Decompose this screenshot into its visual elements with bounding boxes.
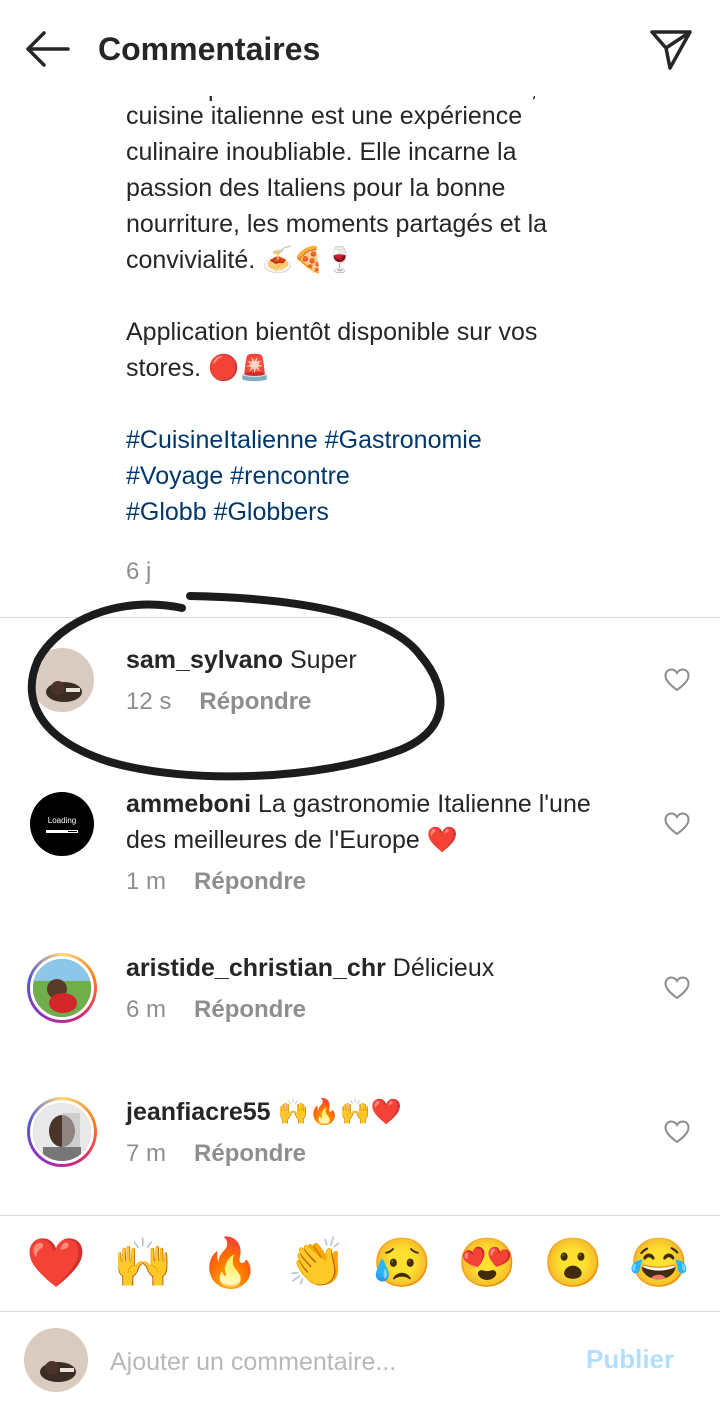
comment-text: Super <box>290 646 357 674</box>
reaction-laughing[interactable]: 😂 <box>629 1236 689 1292</box>
heart-outline-icon[interactable] <box>664 668 690 692</box>
hashtag-link[interactable]: #Globbers <box>214 498 329 526</box>
comment-username[interactable]: jeanfiacre55 <box>126 1098 271 1126</box>
avatar-text: Loading <box>47 816 77 825</box>
reaction-clapping[interactable]: 👏 <box>287 1236 347 1292</box>
publish-button[interactable]: Publier <box>586 1344 674 1375</box>
page-title: Commentaires <box>98 31 321 67</box>
caption-line: nourriture, les moments partagés et la <box>126 210 548 238</box>
post-caption: ou des pâtes à la carbonara à Rome, la c… <box>126 74 686 530</box>
hashtag-link[interactable]: #Voyage <box>126 462 223 490</box>
comment-meta: 7 m Répondre <box>126 1140 306 1168</box>
divider <box>0 617 720 618</box>
paper-plane-icon[interactable] <box>648 26 694 72</box>
hashtag-list: #CuisineItalienne #Gastronomie #Voyage #… <box>126 422 686 530</box>
comment-time: 7 m <box>126 1140 167 1167</box>
reaction-sad[interactable]: 😥 <box>372 1236 432 1292</box>
comment-text: 🙌🔥🙌❤️ <box>277 1098 403 1126</box>
reaction-surprised[interactable]: 😮 <box>543 1236 603 1292</box>
comment-time: 12 s <box>126 688 172 715</box>
hashtag-link[interactable]: #Gastronomie <box>325 426 482 454</box>
hashtag-link[interactable]: #Globb <box>126 498 207 526</box>
caption-line: convivialité. 🍝🍕🍷 <box>126 246 356 274</box>
comment-body: jeanfiacre55 🙌🔥🙌❤️ <box>126 1094 596 1130</box>
comment-time: 6 m <box>126 996 167 1023</box>
avatar[interactable]: Loading <box>30 792 94 856</box>
heart-outline-icon[interactable] <box>664 812 690 836</box>
comment-composer: Publier <box>0 1311 720 1408</box>
comment-username[interactable]: sam_sylvano <box>126 646 283 674</box>
heart-outline-icon[interactable] <box>664 976 690 1000</box>
reply-button[interactable]: Répondre <box>199 688 311 715</box>
caption-line: stores. 🔴🚨 <box>126 354 271 382</box>
comment-time: 1 m <box>126 868 167 895</box>
reaction-heart[interactable]: ❤️ <box>26 1236 86 1292</box>
reply-button[interactable]: Répondre <box>194 996 306 1023</box>
reaction-raising-hands[interactable]: 🙌 <box>113 1236 173 1292</box>
avatar[interactable] <box>27 953 97 1023</box>
reaction-fire[interactable]: 🔥 <box>200 1236 260 1292</box>
comment-username[interactable]: ammeboni <box>126 790 251 818</box>
caption-line: culinaire inoubliable. Elle incarne la <box>126 138 517 166</box>
caption-line: passion des Italiens pour la bonne <box>126 174 506 202</box>
caption-timestamp: 6 j <box>126 558 152 585</box>
hashtag-link[interactable]: #rencontre <box>230 462 350 490</box>
header: Commentaires <box>0 0 720 96</box>
comment-input[interactable] <box>110 1342 550 1382</box>
comment-body: ammeboni La gastronomie Italienne l'une … <box>126 786 596 858</box>
reaction-heart-eyes[interactable]: 😍 <box>457 1236 517 1292</box>
comment-meta: 6 m Répondre <box>126 996 306 1024</box>
quick-reactions-bar: ❤️ 🙌 🔥 👏 😥 😍 😮 😂 <box>0 1215 720 1312</box>
comment-body: sam_sylvano Super <box>126 642 596 678</box>
caption-line: Application bientôt disponible sur vos <box>126 318 538 346</box>
avatar[interactable] <box>27 1097 97 1167</box>
reply-button[interactable]: Répondre <box>194 868 306 895</box>
heart-outline-icon[interactable] <box>664 1120 690 1144</box>
caption-line: cuisine italienne est une expérience <box>126 102 523 130</box>
arrow-left-icon[interactable] <box>22 28 72 70</box>
comment-text: Délicieux <box>392 954 495 982</box>
comment-username[interactable]: aristide_christian_chr <box>126 954 386 982</box>
comment-body: aristide_christian_chr Délicieux <box>126 950 596 986</box>
comment-meta: 12 s Répondre <box>126 688 311 716</box>
avatar[interactable] <box>30 648 94 712</box>
avatar[interactable] <box>24 1328 88 1392</box>
comment-meta: 1 m Répondre <box>126 868 306 896</box>
hashtag-link[interactable]: #CuisineItalienne <box>126 426 318 454</box>
reply-button[interactable]: Répondre <box>194 1140 306 1167</box>
